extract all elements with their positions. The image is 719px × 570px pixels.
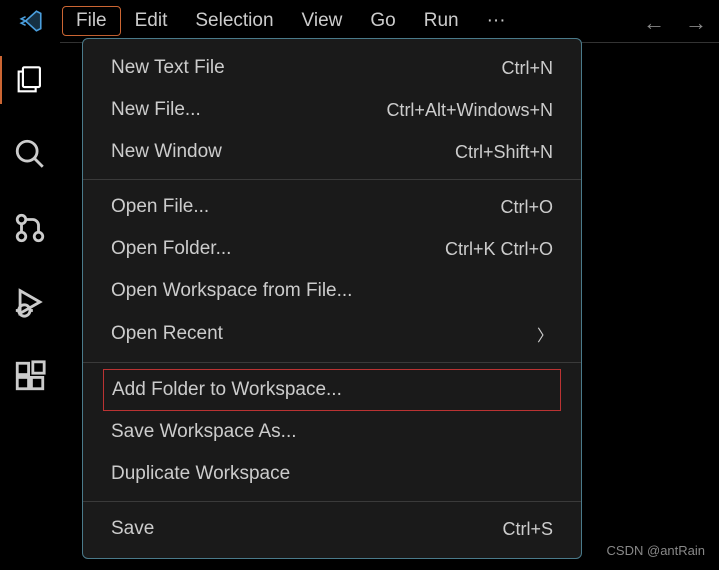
menu-item-label: Add Folder to Workspace... [112, 379, 552, 401]
menu-selection[interactable]: Selection [181, 6, 287, 36]
menu-item-label: New Text File [111, 57, 501, 79]
activity-explorer-icon[interactable] [12, 62, 48, 98]
title-bar: File Edit Selection View Go Run ··· ← → [0, 0, 719, 42]
chevron-right-icon: 〉 [537, 322, 553, 346]
menu-item-open-workspace[interactable]: Open Workspace from File... [83, 270, 581, 312]
menu-item-label: Open Workspace from File... [111, 280, 553, 302]
menu-item-label: Save Workspace As... [111, 421, 553, 443]
activity-search-icon[interactable] [12, 136, 48, 172]
menu-item-open-file[interactable]: Open File... Ctrl+O [83, 186, 581, 228]
activity-run-debug-icon[interactable] [12, 284, 48, 320]
activity-bar [0, 42, 60, 570]
menu-overflow[interactable]: ··· [473, 6, 520, 36]
menu-item-save-workspace-as[interactable]: Save Workspace As... [83, 411, 581, 453]
menu-item-label: New Window [111, 141, 455, 163]
menu-go[interactable]: Go [356, 6, 409, 36]
menu-item-label: Open Recent [111, 323, 537, 345]
menu-item-new-file[interactable]: New File... Ctrl+Alt+Windows+N [83, 89, 581, 131]
menu-separator [83, 362, 581, 363]
menu-item-label: Open File... [111, 196, 500, 218]
watermark-text: CSDN @antRain [607, 543, 705, 558]
menu-bar: File Edit Selection View Go Run ··· [62, 6, 520, 36]
menu-file[interactable]: File [62, 6, 121, 36]
nav-back-icon[interactable]: ← [643, 10, 665, 36]
menu-item-shortcut: Ctrl+Alt+Windows+N [386, 100, 553, 121]
menu-run[interactable]: Run [410, 6, 473, 36]
menu-separator [83, 501, 581, 502]
menu-item-label: Save [111, 518, 502, 540]
menu-item-new-text-file[interactable]: New Text File Ctrl+N [83, 47, 581, 89]
file-dropdown-menu: New Text File Ctrl+N New File... Ctrl+Al… [82, 38, 582, 559]
menu-item-shortcut: Ctrl+Shift+N [455, 142, 553, 163]
menu-item-add-folder-workspace[interactable]: Add Folder to Workspace... [103, 369, 561, 411]
vscode-logo-icon [18, 8, 44, 34]
nav-forward-icon[interactable]: → [685, 10, 707, 36]
menu-item-open-recent[interactable]: Open Recent 〉 [83, 312, 581, 356]
menu-edit[interactable]: Edit [121, 6, 182, 36]
menu-item-shortcut: Ctrl+N [501, 58, 553, 79]
menu-view[interactable]: View [288, 6, 357, 36]
menu-item-label: New File... [111, 99, 386, 121]
menu-item-shortcut: Ctrl+O [500, 197, 553, 218]
nav-arrows: ← → [643, 10, 707, 36]
menu-item-duplicate-workspace[interactable]: Duplicate Workspace [83, 453, 581, 495]
activity-source-control-icon[interactable] [12, 210, 48, 246]
menu-item-shortcut: Ctrl+S [502, 519, 553, 540]
menu-item-shortcut: Ctrl+K Ctrl+O [445, 239, 553, 260]
menu-item-label: Open Folder... [111, 238, 445, 260]
menu-item-save[interactable]: Save Ctrl+S [83, 508, 581, 550]
menu-item-label: Duplicate Workspace [111, 463, 553, 485]
activity-extensions-icon[interactable] [12, 358, 48, 394]
menu-item-open-folder[interactable]: Open Folder... Ctrl+K Ctrl+O [83, 228, 581, 270]
menu-separator [83, 179, 581, 180]
menu-item-new-window[interactable]: New Window Ctrl+Shift+N [83, 131, 581, 173]
